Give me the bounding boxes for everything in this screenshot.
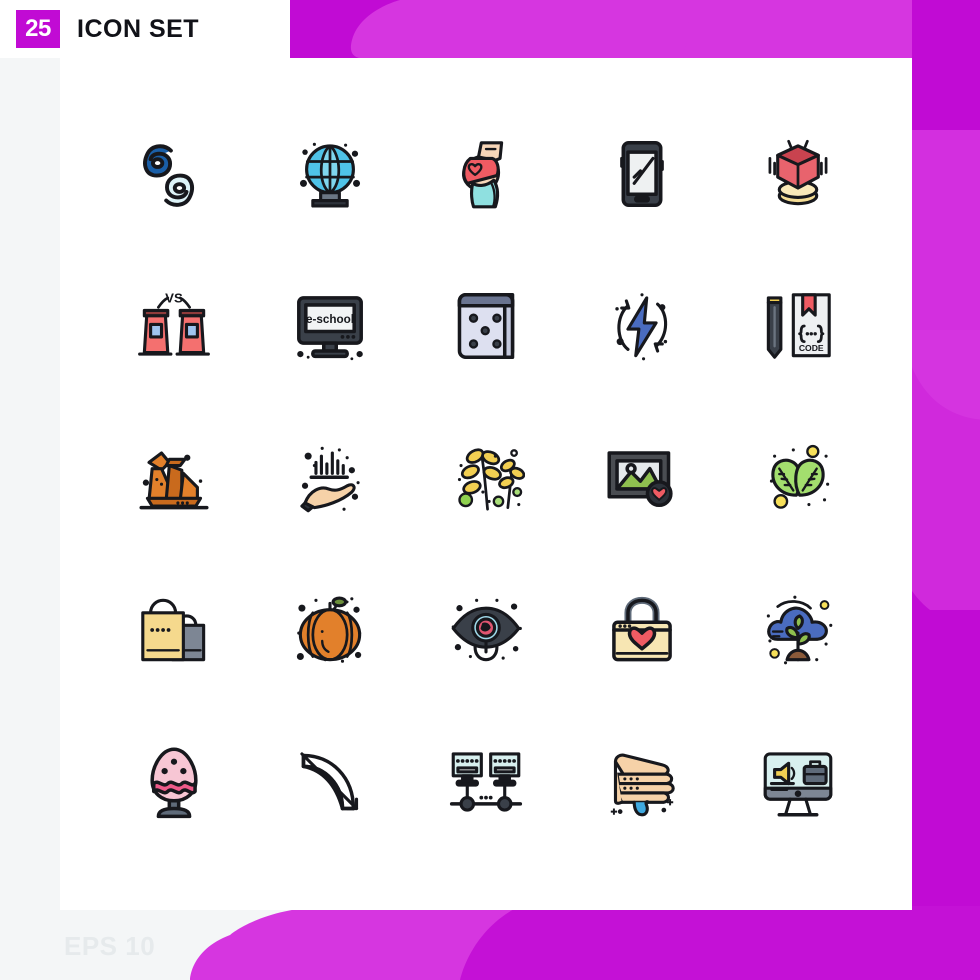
- icon-cell-shopping-bags[interactable]: [96, 554, 252, 706]
- icon-cell-dice-five[interactable]: [408, 250, 564, 402]
- icon-count-badge: 25: [16, 10, 60, 48]
- debate-podiums-vs-icon: VS: [138, 291, 210, 356]
- icon-cell-hand-chart[interactable]: [252, 402, 408, 554]
- icon-cell-cloud-sprout[interactable]: [720, 554, 876, 706]
- icon-cell-origami-swan[interactable]: [96, 402, 252, 554]
- icon-cell-pregnancy[interactable]: [408, 98, 564, 250]
- icon-cell-wheat-grain[interactable]: [408, 402, 564, 554]
- favorite-lock-icon: [612, 596, 672, 662]
- icon-cell-smartphone[interactable]: [564, 98, 720, 250]
- icon-cell-favorite-photo[interactable]: [564, 402, 720, 554]
- smartphone-icon: [620, 141, 664, 207]
- globe-stand-icon: [299, 142, 361, 208]
- debate-vs-label: VS: [165, 291, 183, 306]
- code-book-pencil-icon: CODE: [766, 293, 831, 359]
- wheat-grain-icon: [457, 448, 525, 511]
- origami-swan-icon: [139, 451, 209, 510]
- renewable-energy-bolt-icon: [615, 293, 668, 361]
- computer-network-icon: [449, 752, 523, 812]
- dice-five-icon: [457, 293, 515, 359]
- pregnancy-icon: [462, 141, 504, 209]
- icon-grid: VS e-school CODE: [60, 58, 912, 910]
- code-label: CODE: [799, 343, 824, 353]
- shopping-bags-icon: [141, 598, 206, 662]
- icon-cell-e-school-monitor[interactable]: e-school: [252, 250, 408, 402]
- easter-egg-icon: [150, 747, 198, 819]
- icon-cell-favorite-lock[interactable]: [564, 554, 720, 706]
- icon-cell-computer-network[interactable]: [408, 706, 564, 858]
- bow-arrow-icon: [300, 752, 359, 811]
- icon-cell-debate-podiums[interactable]: VS: [96, 250, 252, 402]
- icon-cell-hand-washing[interactable]: [564, 706, 720, 858]
- cloud-sprout-icon: [766, 595, 833, 665]
- eye-vision-icon: [451, 598, 522, 662]
- header: 25 ICON SET: [0, 0, 290, 58]
- icon-cell-globe-stand[interactable]: [252, 98, 408, 250]
- icon-cell-job-advertisement[interactable]: [720, 706, 876, 858]
- icon-cell-numbers-sixty-nine[interactable]: [96, 98, 252, 250]
- pumpkin-icon: [296, 596, 362, 663]
- icon-cell-hologram-cube[interactable]: [720, 98, 876, 250]
- icon-cell-code-book[interactable]: CODE: [720, 250, 876, 402]
- icon-cell-easter-egg[interactable]: [96, 706, 252, 858]
- e-school-monitor-icon: e-school: [297, 296, 363, 361]
- page-title: ICON SET: [77, 14, 200, 43]
- icon-cell-eco-leaves[interactable]: [720, 402, 876, 554]
- hand-chart-icon: [300, 446, 360, 513]
- e-school-label: e-school: [306, 313, 354, 326]
- job-advertisement-monitor-icon: [763, 752, 833, 817]
- favorite-photo-icon: [607, 451, 673, 508]
- hand-washing-icon: [610, 753, 675, 817]
- eco-leaves-icon: [769, 444, 830, 509]
- numbers-sixty-nine-icon: [143, 144, 194, 207]
- hologram-cube-icon: [768, 139, 828, 206]
- icon-cell-bow-arrow[interactable]: [252, 706, 408, 858]
- icon-cell-pumpkin[interactable]: [252, 554, 408, 706]
- eps-version-label: EPS 10: [64, 931, 156, 961]
- icon-cell-renewable-energy[interactable]: [564, 250, 720, 402]
- icon-cell-eye-vision[interactable]: [408, 554, 564, 706]
